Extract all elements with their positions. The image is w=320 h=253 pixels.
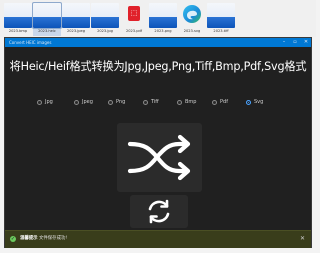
file-name: 2023.pdf (125, 29, 143, 33)
format-label: Bmp (185, 99, 197, 105)
file-name: 2023.tiff (213, 29, 229, 33)
format-options: Jpg Jpeg Png Tiff Bmp Pdf Svg (5, 96, 311, 108)
pdf-icon: ⬚ (128, 6, 140, 21)
file-thumbnail[interactable]: 2023.svg (178, 3, 206, 36)
status-title: 温馨提示 (20, 236, 38, 241)
file-name: 2023.heic (38, 29, 56, 33)
radio-icon[interactable] (74, 99, 79, 105)
format-label: Pdf (220, 99, 228, 105)
refresh-button[interactable] (130, 195, 188, 228)
file-thumbnail[interactable]: 2023.png (149, 3, 177, 36)
app-window: Convert HEIC images – ▫ ✕ 将Heic/Heif格式转换… (4, 37, 312, 248)
status-bar: ✓ 温馨提示 文件保存成功! ✕ (5, 230, 311, 248)
window-title: Convert HEIC images (9, 40, 52, 45)
radio-selected-icon[interactable] (246, 99, 251, 105)
file-thumbnail[interactable]: 2023.tiff (207, 3, 235, 36)
format-option-tiff[interactable]: Tiff (143, 96, 159, 108)
format-label: Svg (254, 99, 264, 105)
image-icon (149, 3, 177, 28)
file-strip: 2023.bmp 2023.heic 2023.jpeg 2023.jpg ⬚ … (0, 0, 316, 37)
image-icon (62, 3, 90, 28)
file-thumbnail[interactable]: 2023.bmp (4, 3, 32, 36)
format-label: Jpeg (82, 99, 93, 105)
file-name: 2023.jpeg (66, 29, 86, 33)
format-option-png[interactable]: Png (108, 96, 125, 108)
file-name: 2023.jpg (97, 29, 113, 33)
file-name: 2023.svg (183, 29, 201, 33)
format-label: Jpg (45, 99, 53, 105)
page-title: 将Heic/Heif格式转换为Jpg,Jpeg,Png,Tiff,Bmp,Pdf… (9, 60, 307, 73)
edge-browser-icon (183, 5, 201, 23)
file-thumbnail[interactable]: ⬚ 2023.pdf (120, 3, 148, 36)
file-thumbnail[interactable]: 2023.heic (32, 2, 62, 36)
status-message: 文件保存成功! (39, 236, 68, 241)
radio-icon[interactable] (212, 99, 217, 105)
shuffle-icon (127, 134, 191, 181)
checkmark-icon: ✓ (10, 236, 16, 242)
format-option-pdf[interactable]: Pdf (212, 96, 228, 108)
radio-icon[interactable] (177, 99, 182, 105)
minimize-icon[interactable]: – (279, 38, 289, 47)
file-thumbnail[interactable]: 2023.jpg (91, 3, 119, 36)
radio-icon[interactable] (143, 99, 148, 105)
file-name: 2023.png (154, 29, 172, 33)
convert-button[interactable] (117, 123, 202, 192)
image-icon (32, 2, 62, 29)
close-icon[interactable]: ✕ (300, 235, 305, 243)
format-option-jpeg[interactable]: Jpeg (74, 96, 93, 108)
refresh-icon (148, 199, 170, 224)
file-thumbnail[interactable]: 2023.jpeg (62, 3, 90, 36)
format-option-bmp[interactable]: Bmp (177, 96, 196, 108)
image-icon (91, 3, 119, 28)
close-icon[interactable]: ✕ (301, 38, 311, 47)
image-icon (207, 3, 235, 28)
maximize-icon[interactable]: ▫ (290, 38, 300, 47)
format-option-svg[interactable]: Svg (246, 96, 263, 108)
radio-icon[interactable] (37, 99, 42, 105)
file-name: 2023.bmp (8, 29, 28, 33)
title-bar: Convert HEIC images – ▫ ✕ (5, 38, 311, 47)
image-icon (4, 3, 32, 28)
radio-icon[interactable] (108, 99, 113, 105)
format-label: Png (116, 99, 126, 105)
format-label: Tiff (151, 99, 159, 105)
format-option-jpg[interactable]: Jpg (37, 96, 53, 108)
